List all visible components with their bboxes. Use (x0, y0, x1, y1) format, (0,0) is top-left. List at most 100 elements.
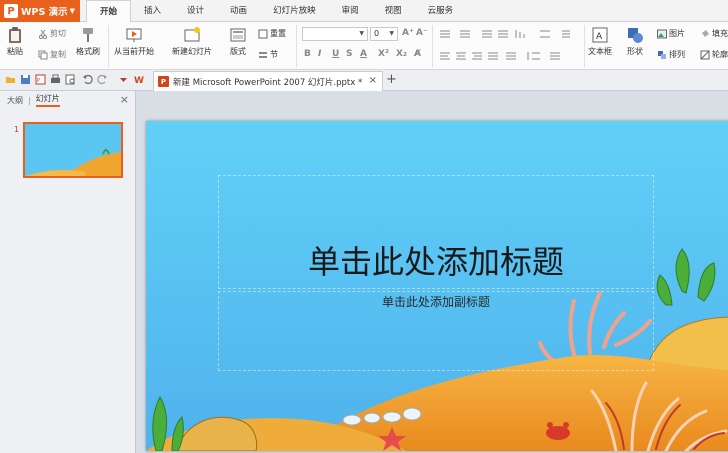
brush-icon (83, 28, 93, 42)
cut-button[interactable]: 剪切 (38, 28, 66, 39)
outline-icon (700, 50, 710, 59)
ppt-file-icon: P (158, 76, 169, 87)
from-current-label: 从当前开始 (114, 47, 154, 56)
reset-label: 重置 (270, 29, 286, 38)
font-size-value: 0 (374, 29, 380, 38)
strikethrough-icon[interactable]: S (346, 49, 352, 59)
font-size-select[interactable]: 0 ▼ (370, 27, 398, 41)
panel-tabs: 大纲 | 幻灯片 (0, 91, 135, 109)
quick-access-bar: P W P 新建 Microsoft PowerPoint 2007 幻灯片.p… (0, 70, 728, 91)
new-slide-label: 新建幻灯片 (172, 47, 212, 56)
tab-review[interactable]: 审阅 (329, 0, 372, 22)
from-current-button[interactable]: 从当前开始 (114, 26, 154, 57)
clipboard-icon (9, 27, 21, 43)
svg-text:P: P (37, 78, 40, 84)
paragraph-icons[interactable] (436, 28, 582, 64)
tab-separator: | (28, 95, 31, 105)
text-box-button[interactable]: A 文本框 (588, 26, 612, 57)
layout-button[interactable]: 版式 (229, 26, 247, 57)
scissors-icon (38, 29, 48, 39)
tab-slides[interactable]: 幻灯片 (35, 93, 60, 107)
reset-button[interactable]: 重置 (258, 28, 286, 39)
new-slide-icon (184, 27, 200, 42)
chevron-down-icon: ▼ (389, 30, 394, 37)
underline-icon[interactable]: U (332, 49, 339, 59)
play-slide-icon (126, 28, 142, 42)
new-tab-icon[interactable]: + (386, 72, 397, 87)
tab-outline[interactable]: 大纲 (7, 95, 23, 106)
app-menu-button[interactable]: P WPS 演示 ▼ (0, 0, 80, 22)
section-button[interactable]: 节 (258, 49, 278, 60)
decrease-font-icon[interactable]: A⁻ (416, 28, 428, 38)
picture-button[interactable]: 图片 (657, 28, 685, 39)
format-painter-button[interactable]: 格式刷 (76, 26, 100, 57)
bold-icon[interactable]: B (304, 49, 311, 59)
copy-button[interactable]: 复制 (38, 49, 66, 60)
font-name-select[interactable]: ▼ (302, 27, 368, 41)
shape-button[interactable]: 形状 (626, 26, 644, 57)
ribbon-divider (584, 25, 585, 67)
fill-label: 填充 (712, 29, 728, 38)
format-painter-label: 格式刷 (76, 47, 100, 56)
document-tab[interactable]: P 新建 Microsoft PowerPoint 2007 幻灯片.pptx … (153, 71, 383, 91)
outline-button[interactable]: 轮廓 (700, 49, 728, 60)
layout-label: 版式 (230, 47, 246, 56)
open-folder-icon[interactable] (5, 74, 16, 85)
redo-icon[interactable] (97, 74, 108, 85)
picture-label: 图片 (669, 29, 685, 38)
close-icon[interactable]: × (369, 75, 377, 86)
undo-icon[interactable] (82, 74, 93, 85)
layout-icon (230, 28, 246, 42)
ribbon-divider (296, 25, 297, 67)
slide[interactable]: 单击此处添加标题 单击此处添加副标题 (146, 121, 728, 451)
picture-icon (657, 29, 667, 38)
app-name: WPS 演示 (21, 7, 68, 18)
font-color-icon[interactable]: A (360, 49, 367, 59)
save-icon[interactable] (20, 74, 31, 85)
increase-font-icon[interactable]: A⁺ (402, 28, 414, 38)
wps-logo-icon: P (4, 4, 18, 18)
slide-number: 1 (14, 125, 20, 134)
reset-icon (258, 29, 268, 38)
tab-insert[interactable]: 插入 (131, 0, 174, 22)
tab-home[interactable]: 开始 (86, 0, 132, 23)
superscript-icon[interactable]: X² (378, 49, 389, 59)
tab-view[interactable]: 视图 (372, 0, 415, 22)
tab-design[interactable]: 设计 (174, 0, 217, 22)
print-preview-icon[interactable] (65, 74, 76, 85)
fill-button[interactable]: 填充 (700, 28, 728, 39)
svg-text:W: W (134, 76, 144, 85)
menu-bar: P WPS 演示 ▼ 开始 插入 设计 动画 幻灯片放映 审阅 视图 云服务 (0, 0, 728, 23)
new-slide-button[interactable]: 新建幻灯片 (172, 26, 212, 57)
ribbon-divider (432, 25, 433, 67)
tab-slideshow[interactable]: 幻灯片放映 (260, 0, 329, 22)
tab-cloud[interactable]: 云服务 (415, 0, 467, 22)
wps-w-icon[interactable]: W (134, 74, 145, 85)
paste-label: 粘贴 (7, 47, 23, 56)
slide-title[interactable]: 单击此处添加标题 (218, 237, 654, 283)
text-box-icon: A (592, 27, 608, 43)
slides-panel: 大纲 | 幻灯片 × 1 (0, 91, 136, 453)
slide-canvas: 单击此处添加标题 单击此处添加副标题 (136, 91, 728, 453)
chevron-down-icon: ▼ (69, 7, 75, 15)
tab-animation[interactable]: 动画 (217, 0, 260, 22)
ribbon-divider (108, 25, 109, 67)
subscript-icon[interactable]: X₂ (396, 49, 407, 59)
shape-label: 形状 (627, 47, 643, 56)
arrange-label: 排列 (669, 50, 685, 59)
slide-thumbnail[interactable] (23, 122, 123, 178)
section-label: 节 (270, 50, 278, 59)
arrange-button[interactable]: 排列 (657, 49, 685, 60)
customize-toolbar-icon[interactable] (118, 74, 129, 85)
cut-label: 剪切 (50, 29, 66, 38)
clear-format-icon[interactable]: A̸ (414, 49, 421, 59)
slide-thumbnail-image (25, 124, 121, 176)
outline-label: 轮廓 (712, 50, 728, 59)
italic-icon[interactable]: I (318, 49, 321, 59)
slide-subtitle[interactable]: 单击此处添加副标题 (218, 293, 654, 310)
paste-button[interactable]: 粘贴 (6, 26, 24, 57)
export-pdf-icon[interactable]: P (35, 74, 46, 85)
copy-label: 复制 (50, 50, 66, 59)
print-icon[interactable] (50, 74, 61, 85)
close-icon[interactable]: × (120, 93, 129, 106)
